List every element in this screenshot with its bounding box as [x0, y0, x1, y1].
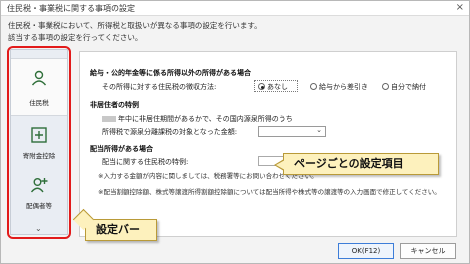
dividend-special-label: 配当に関する住民税の特例: — [102, 158, 189, 166]
settings-panel: 給与・公的年金等に係る所得以外の所得がある場合 その所得に対する住民税の徴収方法… — [79, 51, 457, 237]
year-placeholder-box — [102, 116, 116, 122]
section-header-other-income: 給与・公的年金等に係る所得以外の所得がある場合 — [90, 69, 251, 77]
radio-self-pay[interactable]: 自分で納付 — [382, 82, 426, 92]
settings-bar-highlight — [7, 46, 71, 239]
close-icon[interactable]: × — [456, 1, 464, 15]
collection-method-label: その所得に対する住民税の徴収方法: — [102, 83, 217, 91]
radio-dot — [258, 83, 265, 90]
dialog-title: 住民税・事業税に関する事項の設定 — [7, 4, 135, 13]
ok-button[interactable]: OK(F12) — [338, 243, 394, 259]
callout-page-settings: ページごとの設定項目 — [274, 153, 439, 175]
chevron-down-icon: ⌄ — [316, 126, 322, 134]
description-line-2: 該当する事項の設定を行ってください。 — [8, 33, 143, 42]
radio-dot — [382, 83, 389, 90]
nonresident-field-label: 所得税で源泉分離課税の対象となった金額: — [102, 128, 238, 136]
description-line-1: 住民税・事業税において、所得税と取扱いが異なる事項の設定を行います。 — [8, 21, 262, 30]
radio-dot — [310, 83, 317, 90]
note-dividend-deduction: ※配当割額控除額、株式等譲渡所得割額控除額については配当所得や株式等の譲渡等の入… — [98, 188, 441, 196]
callout-settings-bar: 設定バー — [85, 219, 157, 241]
cancel-button[interactable]: キャンセル — [400, 243, 456, 259]
nonresident-description: 年中に非居住期間があるかで、その国内源泉所得のうち — [118, 115, 293, 123]
radio-none[interactable]: あなし — [258, 82, 288, 92]
section-header-dividend: 配当所得がある場合 — [90, 145, 153, 153]
section-header-nonresident: 非居住者の特例 — [90, 101, 139, 109]
title-bar: 住民税・事業税に関する事項の設定 × — [1, 1, 469, 16]
nonresident-amount-select[interactable]: ⌄ — [258, 126, 326, 137]
radio-from-salary[interactable]: 給与から差引き — [310, 82, 368, 92]
settings-dialog: 住民税・事業税に関する事項の設定 × 住民税・事業税において、所得税と取扱いが異… — [0, 0, 470, 264]
